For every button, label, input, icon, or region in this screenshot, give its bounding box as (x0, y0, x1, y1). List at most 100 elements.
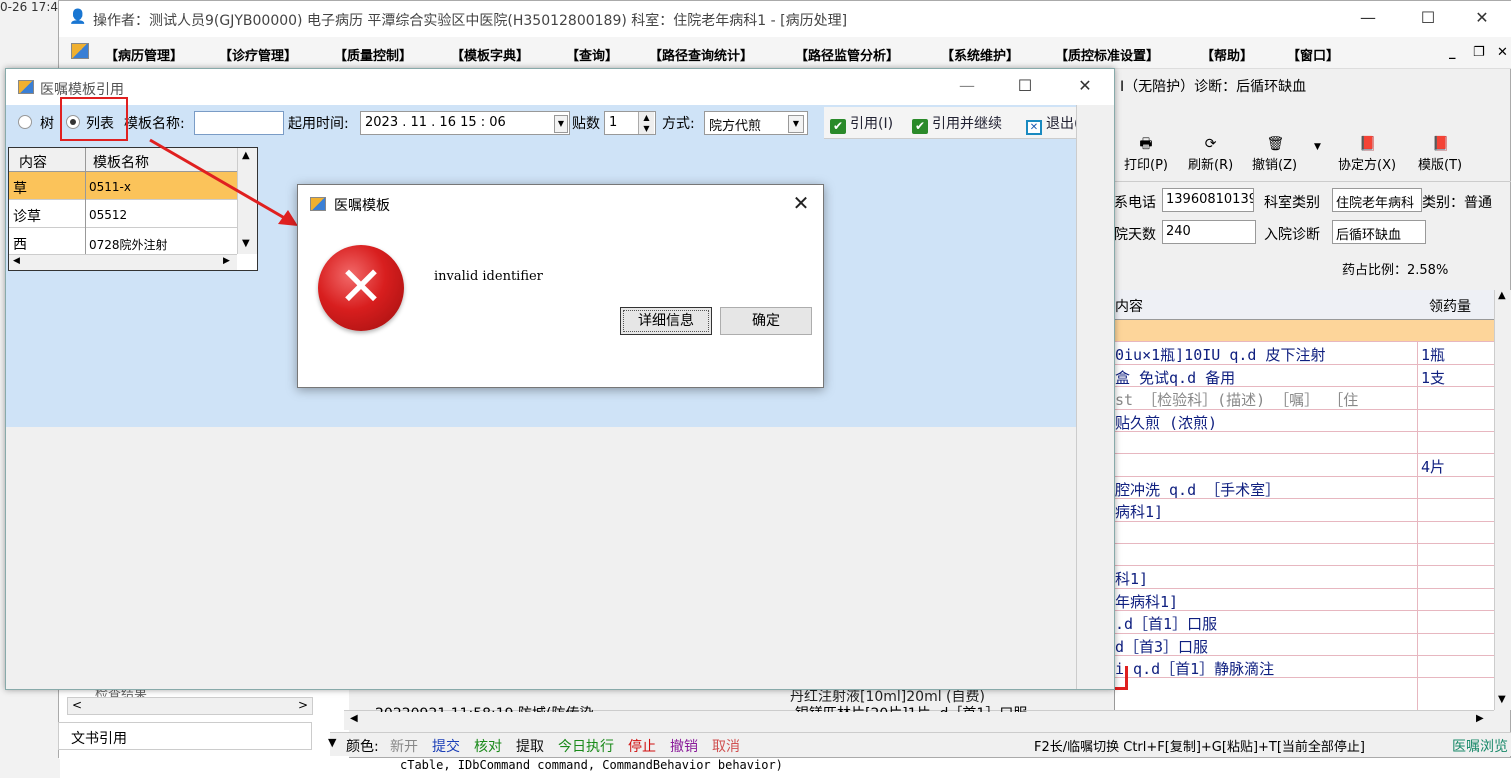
main-maximize-button[interactable]: ☐ (1405, 1, 1451, 37)
quote-label: 引用(I) (850, 116, 894, 132)
phone-field[interactable]: 13960810139 (1162, 188, 1254, 212)
quote-continue-button[interactable]: ✔ 引用并继续 (912, 113, 1002, 134)
start-time-picker[interactable]: 2023 . 11 . 16 15 : 06 (360, 111, 570, 135)
order-view-tab[interactable]: 医嘱浏览 (1452, 736, 1508, 756)
main-close-button[interactable]: ✕ (1459, 1, 1505, 37)
print-button[interactable]: 🖶 打印(P) (1124, 136, 1168, 173)
table-row[interactable]: 贴久煎 (浓煎) (1115, 410, 1495, 432)
date-dropdown-icon[interactable]: ▼ (554, 115, 568, 133)
order-content-cell: 病科1] (1115, 503, 1164, 522)
table-row[interactable]: i q.d［首1］静脉滴注 (1115, 656, 1495, 679)
menu-quality-control[interactable]: 【质量控制】 (334, 45, 412, 64)
table-row[interactable]: 盒 免试q.d 备用 1支 (1115, 365, 1495, 388)
check-icon: ✔ (830, 119, 846, 134)
table-row[interactable]: 腔冲洗 q.d ［手术室］ (1115, 477, 1495, 500)
quote-button[interactable]: ✔ 引用(I) (830, 113, 893, 134)
desktop-code-line: cTable, IDbCommand command, CommandBehav… (400, 758, 783, 772)
status-shortcuts: F2长/临嘱切换 Ctrl+F[复制]+G[粘贴]+T[当前全部停止] (1034, 740, 1365, 755)
template-button[interactable]: 📕 模版(T) (1418, 136, 1462, 173)
table-row[interactable]: st ［检验科］(描述) ［嘱］ ［住 (1115, 387, 1495, 410)
scroll-left-icon[interactable]: < (72, 698, 82, 712)
main-minimize-button[interactable]: — (1345, 1, 1391, 37)
ref-minimize-button[interactable]: — (944, 69, 990, 105)
grid-header: 内容 领药量 (1115, 290, 1495, 320)
app-user-icon: 👤 (69, 9, 87, 25)
scroll-down-icon[interactable]: ▼ (1498, 694, 1506, 705)
hscroll-right-icon[interactable]: ▶ (1476, 713, 1484, 724)
order-content-cell: d［首3］口服 (1115, 637, 1209, 656)
patch-label: 贴数 (572, 116, 600, 132)
template-content-cell: 草 (13, 181, 27, 197)
mode-dropdown-icon[interactable]: ▼ (788, 115, 804, 133)
menu-app-icon[interactable] (71, 43, 89, 59)
ref-maximize-button[interactable]: ☐ (1002, 69, 1048, 105)
patch-spinner[interactable]: ▲ ▼ (638, 112, 654, 134)
menu-query[interactable]: 【查询】 (566, 45, 618, 64)
scroll-up-icon[interactable]: ▲ (1498, 290, 1506, 301)
doc-ref-tab[interactable]: 文书引用 (58, 722, 312, 750)
status-legend-item: 今日执行 (558, 739, 614, 755)
message-box-close-button[interactable]: ✕ (784, 189, 818, 219)
mdi-close-button[interactable]: ✕ (1497, 45, 1508, 60)
admit-diag-field[interactable]: 后循环缺血 (1332, 220, 1426, 244)
order-qty-cell: 4片 (1421, 458, 1446, 477)
list-radio-highlight-box (60, 97, 128, 141)
table-row[interactable] (1115, 320, 1495, 343)
doc-ref-label: 文书引用 (71, 731, 127, 747)
ref-close-button[interactable]: ✕ (1062, 69, 1108, 105)
scroll-right-icon[interactable]: > (298, 698, 308, 712)
detail-info-button[interactable]: 详细信息 (620, 307, 712, 335)
undo-dropdown-icon[interactable]: ▼ (1314, 142, 1321, 152)
menu-help[interactable]: 【帮助】 (1201, 45, 1253, 64)
mdi-minimize-button[interactable]: _ (1449, 45, 1456, 60)
status-dropdown-icon[interactable]: ▼ (328, 736, 336, 749)
scroll-left-icon[interactable]: ◀ (13, 256, 20, 266)
menu-qc-standard[interactable]: 【质控标准设置】 (1055, 45, 1159, 64)
template-label: 模版(T) (1418, 158, 1463, 173)
table-row[interactable] (1115, 522, 1495, 544)
template-content-cell: 诊草 (13, 209, 41, 225)
table-row[interactable]: 年病科1] (1115, 589, 1495, 612)
menu-path-query-stats[interactable]: 【路径查询统计】 (649, 45, 753, 64)
menu-system-maint[interactable]: 【系统维护】 (941, 45, 1019, 64)
menu-window[interactable]: 【窗口】 (1287, 45, 1339, 64)
refresh-button[interactable]: ⟳ 刷新(R) (1188, 136, 1233, 173)
order-grid-hscroll[interactable]: ◀ ▶ (344, 710, 1494, 730)
message-box-titlebar: 医嘱模板 ✕ (298, 185, 823, 223)
ok-button[interactable]: 确定 (720, 307, 812, 335)
menu-path-monitor[interactable]: 【路径监管分析】 (795, 45, 899, 64)
table-row[interactable]: 4片 (1115, 454, 1495, 477)
order-content-cell: 贴久煎 (浓煎) (1115, 413, 1218, 432)
dept-type-field[interactable]: 住院老年病科 (1332, 188, 1422, 212)
table-row[interactable]: 病科1] (1115, 499, 1495, 522)
menu-template-dict[interactable]: 【模板字典】 (451, 45, 529, 64)
undo-button[interactable]: 🗑 撤销(Z) (1252, 136, 1297, 173)
radio-tree[interactable] (18, 115, 32, 129)
status-legend-item: 提交 (432, 739, 460, 755)
phone-label: 系电话 (1114, 195, 1156, 211)
order-content-cell: 盒 免试q.d 备用 (1115, 368, 1236, 387)
hscroll-left-icon[interactable]: ◀ (350, 713, 358, 724)
menu-treatment-mgmt[interactable]: 【诊疗管理】 (219, 45, 297, 64)
ref-dialog-lower-area (6, 427, 1076, 689)
print-label: 打印(P) (1124, 158, 1168, 173)
check-icon: ✔ (912, 119, 928, 134)
message-box-title: 医嘱模板 (334, 198, 390, 214)
menu-record-mgmt[interactable]: 【病历管理】 (105, 45, 183, 64)
template-grid-hscroll[interactable]: ◀ ▶ (9, 254, 237, 270)
status-bar: ▼ 颜色: 新开 提交 核对 提取 今日执行 停止 撤销 取消 F2长/临嘱切换 Ctrl+F… (328, 732, 1511, 756)
table-row[interactable]: 科1] (1115, 566, 1495, 589)
order-grid-vscroll[interactable]: ▲ ▼ (1494, 290, 1511, 710)
mdi-restore-button[interactable]: ❐ (1473, 45, 1485, 60)
agreed-recipe-button[interactable]: 📕 协定方(X) (1338, 136, 1396, 173)
table-row[interactable]: .d［首1］口服 (1115, 611, 1495, 634)
table-row[interactable]: d［首3］口服 (1115, 634, 1495, 656)
main-menubar: 【病历管理】 【诊疗管理】 【质量控制】 【模板字典】 【查询】 【路径查询统计… (59, 37, 1511, 69)
table-row[interactable] (1115, 544, 1495, 567)
order-content-cell: i q.d［首1］静脉滴注 (1115, 660, 1275, 678)
left-hscroll[interactable]: < > (67, 697, 313, 715)
days-field[interactable]: 240 (1162, 220, 1256, 244)
scroll-right-icon[interactable]: ▶ (223, 256, 230, 266)
table-row[interactable] (1115, 432, 1495, 455)
table-row[interactable]: 0iu×1瓶]10IU q.d 皮下注射 1瓶 (1115, 342, 1495, 365)
